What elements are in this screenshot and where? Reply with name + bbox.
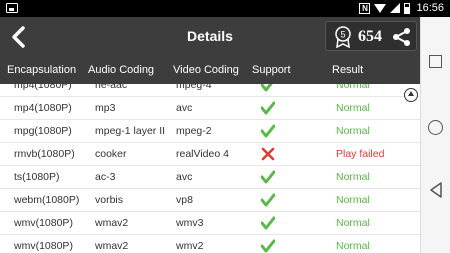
title-bar: Details 5 654 (0, 17, 420, 57)
wifi-icon (374, 3, 387, 13)
audio-coding-cell: wmav2 (95, 217, 129, 229)
status-icons: N 16:56 (359, 2, 444, 14)
check-icon (261, 124, 275, 138)
video-coding-cell: avc (176, 171, 193, 183)
encapsulation-cell: webm(1080P) (14, 194, 80, 206)
cross-icon (261, 147, 275, 161)
check-icon (261, 216, 275, 230)
check-icon (261, 170, 275, 184)
check-icon (261, 193, 275, 207)
result-cell: Normal (336, 84, 370, 91)
scroll-up-icon[interactable] (404, 88, 418, 102)
nav-bar (420, 17, 450, 253)
recent-apps-button[interactable] (429, 55, 442, 68)
result-cell: Normal (336, 217, 370, 229)
status-time: 16:56 (416, 2, 444, 14)
video-coding-cell: mpeg-4 (176, 84, 212, 91)
result-cell: Normal (336, 125, 370, 137)
video-coding-cell: avc (176, 102, 193, 114)
audio-coding-cell: mpeg-1 layer II (95, 125, 166, 137)
table-row: mpg(1080P) mpeg-1 layer II mpeg-2 Normal (0, 120, 420, 143)
result-cell: Play failed (336, 148, 385, 160)
check-icon (261, 101, 275, 115)
table-row: webm(1080P) vorbis vp8 Normal (0, 189, 420, 212)
table-row: rmvb(1080P) cooker realVideo 4 Play failed (0, 143, 420, 166)
encapsulation-cell: mp4(1080P) (14, 84, 72, 91)
encapsulation-cell: mp4(1080P) (14, 102, 72, 114)
video-coding-cell: wmv3 (176, 217, 204, 229)
result-cell: Normal (336, 240, 370, 252)
nfc-icon: N (359, 2, 371, 14)
column-header: Encapsulation Audio Coding Video Coding … (0, 57, 420, 84)
encapsulation-cell: ts(1080P) (14, 171, 60, 183)
video-coding-cell: mpeg-2 (176, 125, 212, 137)
audio-coding-cell: ac-3 (95, 171, 116, 183)
video-coding-cell: wmv2 (176, 240, 204, 252)
share-icon[interactable] (392, 27, 412, 47)
encapsulation-cell: wmv(1080P) (14, 217, 73, 229)
score-value: 654 (358, 28, 382, 45)
table-row: ts(1080P) ac-3 avc Normal (0, 166, 420, 189)
table-row: mp4(1080P) he-aac mpeg-4 Normal (0, 84, 420, 97)
encapsulation-cell: mpg(1080P) (14, 125, 72, 137)
check-icon (261, 84, 273, 92)
table-row: wmv(1080P) wmav2 wmv3 Normal (0, 212, 420, 235)
back-arrow-icon[interactable] (8, 25, 30, 49)
column-support: Support (252, 64, 291, 76)
audio-coding-cell: mp3 (95, 102, 116, 114)
audio-coding-cell: vorbis (95, 194, 124, 206)
table-rows: mp4(1080P) he-aac mpeg-4 Normal mp4(1080P) mp… (0, 84, 420, 253)
results-table[interactable]: mp4(1080P) he-aac mpeg-4 Normal mp4(1080P) mp… (0, 84, 420, 253)
score-box: 5 654 (325, 21, 417, 51)
video-coding-cell: realVideo 4 (176, 148, 229, 160)
audio-coding-cell: cooker (95, 148, 127, 160)
home-button[interactable] (428, 120, 443, 135)
column-encapsulation: Encapsulation (7, 64, 77, 76)
encapsulation-cell: rmvb(1080P) (14, 148, 75, 160)
screen: N 16:56 Details 5 654 Encapsulation Audi… (0, 0, 450, 253)
column-video-coding: Video Coding (173, 64, 239, 76)
audio-coding-cell: wmav2 (95, 240, 129, 252)
audio-coding-cell: he-aac (95, 84, 128, 91)
medal-number: 5 (340, 30, 345, 40)
table-row: mp4(1080P) mp3 avc Normal (0, 97, 420, 120)
status-bar: N 16:56 (0, 0, 450, 17)
nav-back-button[interactable] (428, 182, 444, 198)
column-audio-coding: Audio Coding (88, 64, 155, 76)
check-icon (261, 239, 275, 253)
table-row: wmv(1080P) wmav2 wmv2 Normal (0, 235, 420, 253)
result-cell: Normal (336, 102, 370, 114)
encapsulation-cell: wmv(1080P) (14, 240, 73, 252)
video-coding-cell: vp8 (176, 194, 193, 206)
screenshot-icon (6, 3, 18, 13)
column-result: Result (332, 64, 364, 76)
signal-icon (390, 3, 401, 13)
battery-icon (404, 2, 411, 14)
medal-icon: 5 (335, 26, 351, 48)
result-cell: Normal (336, 171, 370, 183)
result-cell: Normal (336, 194, 370, 206)
